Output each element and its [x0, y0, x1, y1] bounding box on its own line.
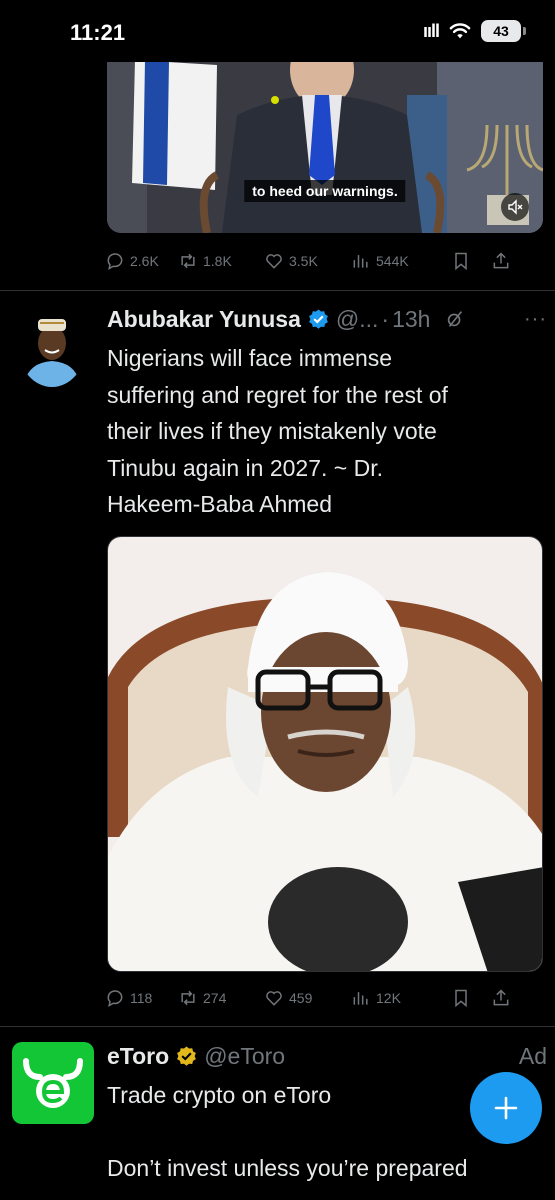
video-frame: [107, 55, 543, 233]
video-subtitle: to heed our warnings.: [244, 180, 406, 202]
mute-icon: [508, 199, 523, 215]
signal-icon: ııll: [422, 20, 440, 41]
views-button[interactable]: 12K: [351, 988, 451, 1008]
share-icon: [493, 989, 509, 1006]
more-icon[interactable]: ···: [524, 308, 547, 331]
repost-count: 1.8K: [203, 253, 232, 269]
wifi-icon: [449, 23, 471, 39]
status-time: 11:21: [70, 20, 126, 45]
like-icon: [266, 254, 282, 269]
etoro-logo[interactable]: [12, 1042, 94, 1124]
like-count: 3.5K: [289, 253, 318, 269]
tweet-photo[interactable]: [107, 536, 543, 972]
mute-button[interactable]: [501, 193, 529, 221]
like-button[interactable]: 459: [264, 988, 351, 1008]
battery-icon: 43: [481, 20, 526, 42]
status-bar: 11:21 ııll 43: [0, 0, 555, 62]
like-icon: [266, 991, 282, 1006]
tweet-actions: 2.6K 1.8K 3.5K 544K: [105, 248, 545, 274]
status-icons: ııll 43: [422, 20, 526, 42]
tweet-divider: [0, 290, 555, 291]
share-button[interactable]: [491, 988, 511, 1008]
plus-icon: [494, 1096, 518, 1120]
separator-dot: ·: [381, 305, 390, 332]
tweet-actions: 118 274 459 12K: [105, 985, 545, 1011]
verified-business-icon: [177, 1045, 197, 1066]
repost-icon: [181, 253, 195, 269]
tweet-time[interactable]: 13h: [392, 306, 430, 333]
like-button[interactable]: 3.5K: [264, 251, 351, 271]
ad-header: eToro @eToro Ad: [107, 1040, 547, 1072]
tweet-divider: [0, 1026, 555, 1027]
photo-image: [108, 537, 542, 971]
views-icon: [353, 992, 368, 1005]
views-icon: [353, 255, 368, 268]
ad-text-disclaimer: Don’t invest unless you’re prepared: [107, 1155, 468, 1181]
views-button[interactable]: 544K: [351, 251, 451, 271]
bookmark-button[interactable]: [451, 251, 491, 271]
repost-button[interactable]: 1.8K: [178, 251, 264, 271]
bookmark-icon: [455, 989, 467, 1008]
tweet-video[interactable]: to heed our warnings.: [107, 55, 543, 233]
reply-count: 2.6K: [130, 253, 159, 269]
repost-button[interactable]: 274: [178, 988, 264, 1008]
bookmark-button[interactable]: [451, 988, 491, 1008]
tweet-header: Abubakar Yunusa @... · 13h ···: [107, 303, 547, 335]
share-icon: [493, 252, 509, 269]
bookmark-icon: [455, 252, 467, 271]
verified-icon: [308, 308, 328, 329]
reply-icon: [107, 253, 123, 270]
repost-icon: [181, 990, 195, 1006]
avatar-image: [18, 305, 86, 387]
ad-label: Ad: [518, 1042, 547, 1069]
tweet-text: Nigerians will face immense suffering an…: [107, 345, 448, 517]
share-button[interactable]: [491, 251, 511, 271]
author-handle[interactable]: @...: [336, 306, 379, 333]
reply-button[interactable]: 2.6K: [105, 251, 178, 271]
reply-count: 118: [130, 990, 153, 1006]
compose-button[interactable]: [470, 1072, 542, 1144]
author-name[interactable]: Abubakar Yunusa: [107, 306, 301, 333]
avatar[interactable]: [18, 305, 86, 387]
views-count: 544K: [376, 253, 409, 269]
etoro-bull-icon: [23, 1058, 83, 1108]
views-count: 12K: [376, 990, 401, 1006]
ad-author-name[interactable]: eToro: [107, 1043, 169, 1070]
grok-icon[interactable]: [444, 308, 466, 330]
ad-author-handle[interactable]: @eToro: [204, 1043, 285, 1070]
repost-count: 274: [203, 990, 227, 1006]
like-count: 459: [289, 990, 313, 1006]
reply-icon: [107, 990, 123, 1007]
reply-button[interactable]: 118: [105, 988, 178, 1008]
